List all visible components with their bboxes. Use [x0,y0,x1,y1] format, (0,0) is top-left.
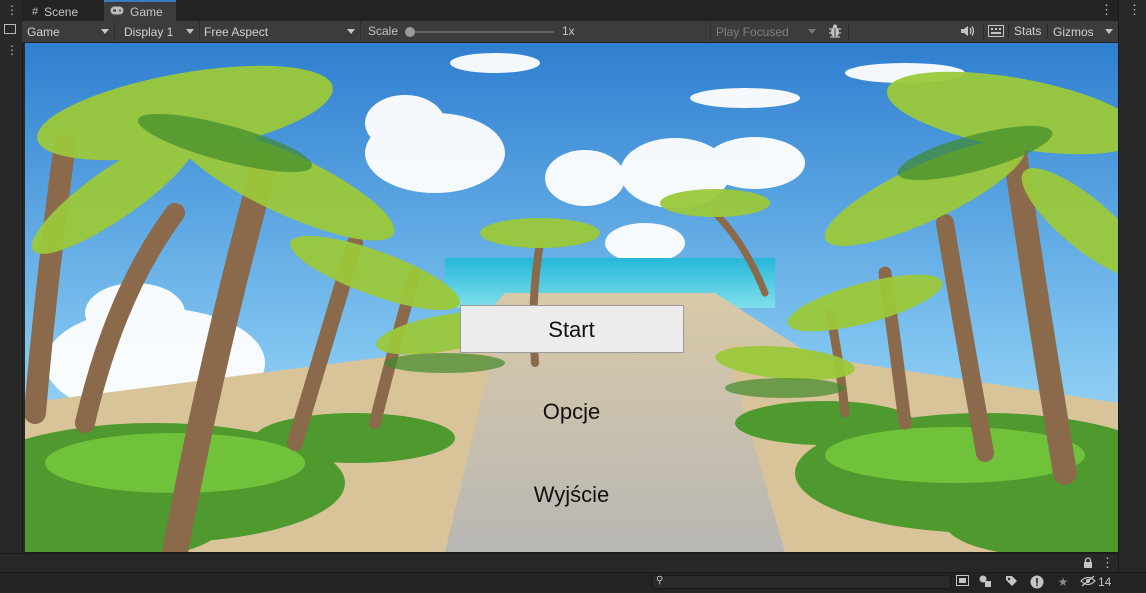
tab-label: Scene [44,4,79,19]
scale-slider-track[interactable] [407,31,554,33]
favorite-star-icon[interactable]: ★ [1055,575,1071,590]
kebab-menu-icon[interactable]: ⋮ [1128,3,1141,17]
display-label: Display 1 [124,24,174,39]
game-toolbar: Game Display 1 Free Aspect Scale 1x Play… [22,21,1118,43]
scale-label: Scale [368,24,399,38]
audio-mute-icon[interactable] [960,24,976,41]
aspect-label: Free Aspect [204,24,269,39]
play-mode-label: Play Focused [716,24,789,39]
status-bar [0,572,1146,592]
kebab-menu-icon[interactable]: ⋮ [1100,3,1113,17]
stats-button[interactable]: Stats [1014,21,1041,42]
lock-icon[interactable] [1083,557,1093,572]
display-mode-dropdown[interactable]: Game [22,21,115,42]
aspect-dropdown[interactable]: Free Aspect [199,21,361,42]
game-view[interactable]: Start Opcje Wyjście [25,43,1118,553]
display-dropdown[interactable]: Display 1 [119,21,200,42]
caret-down-icon [808,29,816,34]
keyboard-shortcuts-icon[interactable] [988,25,1004,40]
scale-value: 1x [562,24,575,38]
tab-game[interactable]: Game [104,0,176,21]
maximize-window-icon[interactable] [954,575,970,590]
bottom-panel-header: ⋮ [0,553,1118,573]
gizmos-label: Gizmos [1053,24,1094,39]
tab-label: Game [130,4,163,19]
start-button[interactable]: Start [459,305,684,353]
search-input[interactable]: ⚲ [652,575,951,589]
maximize-window-icon[interactable] [4,24,16,34]
caret-down-icon [1105,29,1113,34]
asset-type-filter-icon[interactable] [978,575,994,590]
options-button[interactable]: Opcje [492,397,652,427]
bug-icon[interactable] [827,23,843,42]
kebab-menu-icon[interactable]: ⋮ [1101,556,1114,570]
caret-down-icon [347,29,355,34]
hidden-count: 14 [1098,575,1112,589]
scale-slider-thumb[interactable] [405,27,415,37]
grid-icon: # [32,5,39,18]
search-icon: ⚲ [656,575,664,586]
gizmos-dropdown[interactable]: Gizmos [1048,21,1118,42]
hidden-eye-icon[interactable] [1079,575,1097,590]
caret-down-icon [186,29,194,34]
gamepad-icon [110,6,124,18]
tab-bar: # Scene Game [22,0,1118,21]
right-panel: ⋮ [1118,0,1146,591]
beach-background-image [25,43,1118,552]
error-filter-icon[interactable] [1029,575,1045,590]
caret-down-icon [101,29,109,34]
label-tag-icon[interactable] [1003,575,1019,590]
play-mode-dropdown[interactable]: Play Focused [710,21,821,42]
tab-scene[interactable]: # Scene [32,2,78,21]
left-strip: ⋮ ⋮ [0,0,23,553]
display-mode-label: Game [27,24,60,39]
exit-button[interactable]: Wyjście [492,480,652,510]
kebab-menu-icon[interactable]: ⋮ [6,4,18,16]
kebab-menu-icon[interactable]: ⋮ [6,44,18,56]
